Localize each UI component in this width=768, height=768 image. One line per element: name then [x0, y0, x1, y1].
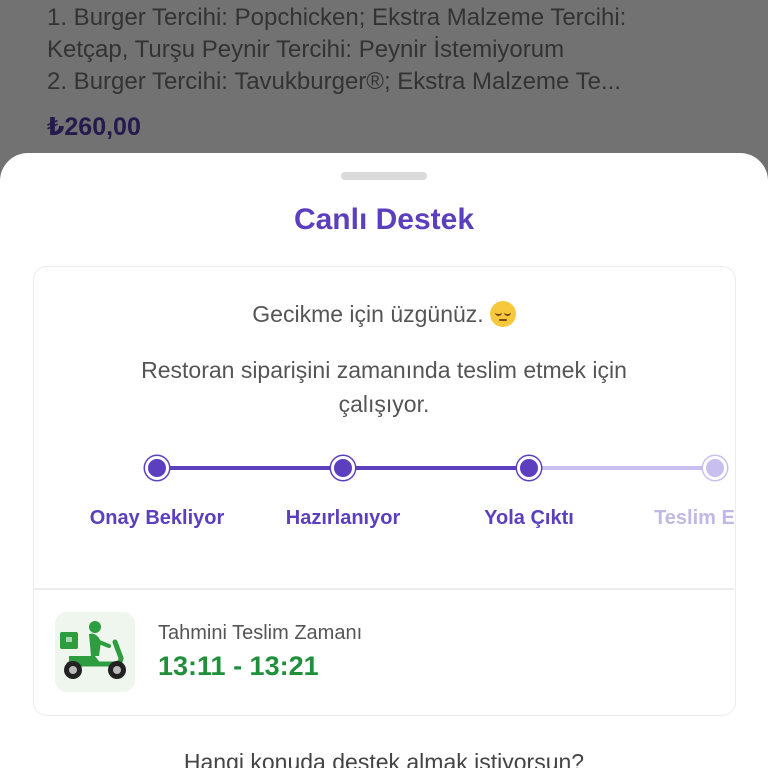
eta-label: Tahmini Teslim Zamanı: [158, 622, 363, 644]
step-label-hazirlaniyor: Hazırlanıyor: [285, 507, 401, 529]
step-label-onay-bekliyor: Onay Bekliyor: [89, 507, 225, 529]
apology-text: Gecikme için üzgünüz.: [252, 301, 484, 327]
progress-segment: [529, 466, 715, 470]
delivery-scooter-icon: [55, 612, 135, 692]
order-price: ₺260,00: [47, 113, 141, 141]
apology-message: Gecikme için üzgünüz.: [34, 301, 734, 328]
pensive-face-icon: [489, 301, 516, 327]
order-item-line: 2. Burger Tercihi: Tavukburger®; Ekstra …: [47, 68, 621, 95]
step-dot-teslim: [703, 456, 727, 480]
card-divider: [34, 588, 734, 590]
live-support-sheet: Canlı Destek Gecikme için üzgünüz. Resto…: [0, 153, 768, 768]
order-item-line: 1. Burger Tercihi: Popchicken; Ekstra Ma…: [47, 4, 627, 31]
order-progress-tracker: Onay Bekliyor Hazırlanıyor Yola Çıktı Te…: [34, 452, 734, 532]
progress-segment: [343, 466, 529, 470]
step-label-teslim: Teslim Edildi: [654, 507, 734, 529]
sheet-drag-handle[interactable]: [341, 172, 427, 180]
order-status-card: Gecikme için üzgünüz. Restoran siparişin…: [33, 266, 736, 716]
order-item-line: Ketçap, Turşu Peynir Tercihi: Peynir İst…: [47, 36, 565, 63]
support-topic-question: Hangi konuda destek almak istiyorsun?: [183, 749, 585, 768]
delay-message: Restoran siparişini zamanında teslim etm…: [141, 357, 627, 417]
order-items-list: 1. Burger Tercihi: Popchicken; Ekstra Ma…: [47, 2, 747, 98]
step-dot-hazirlaniyor: [331, 456, 355, 480]
sheet-title: Canlı Destek: [293, 203, 475, 236]
step-dot-yola-cikti: [517, 456, 541, 480]
step-label-yola-cikti: Yola Çıktı: [484, 507, 574, 529]
step-dot-onay-bekliyor: [145, 456, 169, 480]
progress-segment: [157, 466, 343, 470]
eta-value: 13:11 - 13:21: [158, 651, 319, 681]
